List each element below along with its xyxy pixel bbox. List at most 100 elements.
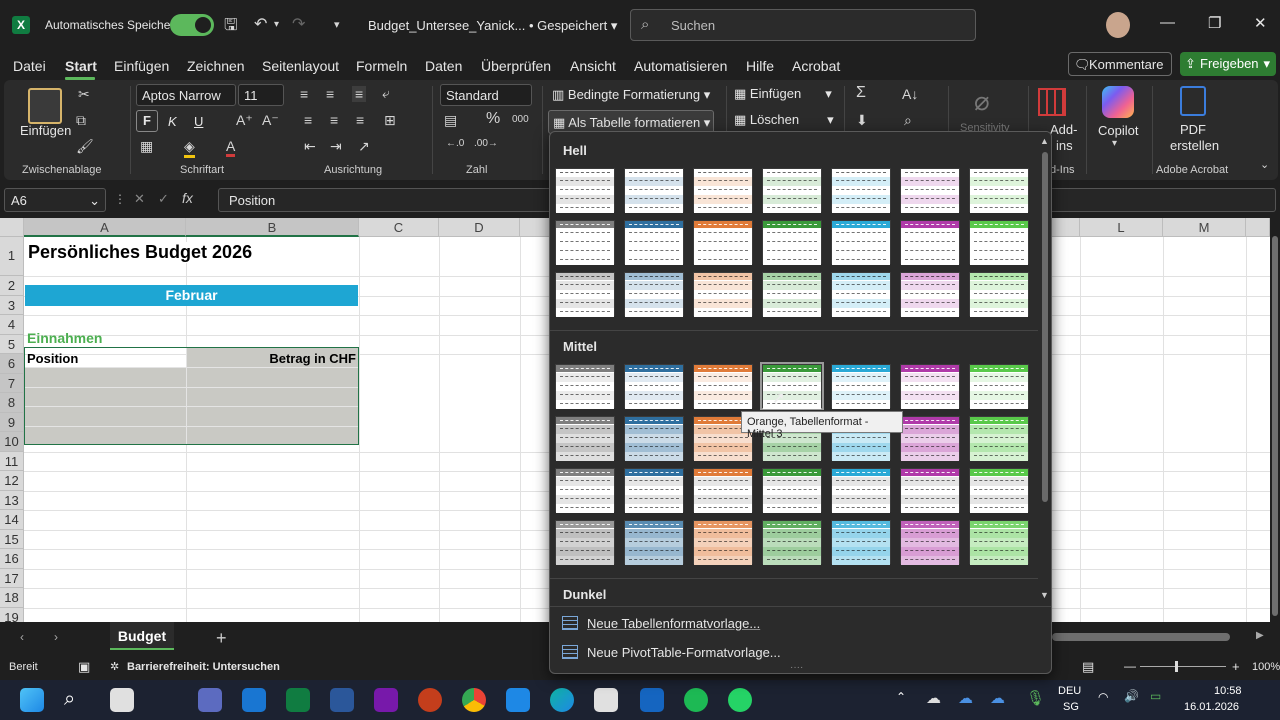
table-style-swatch[interactable] — [693, 220, 753, 265]
table-style-swatch[interactable] — [969, 468, 1029, 513]
table-style-swatch[interactable] — [762, 220, 822, 265]
zoom-slider[interactable] — [1140, 666, 1226, 667]
table-style-swatch[interactable] — [762, 272, 822, 317]
row-header[interactable]: 1 — [0, 237, 24, 276]
sheet-tab-budget[interactable]: Budget — [110, 622, 174, 650]
row-header[interactable]: 15 — [0, 529, 24, 549]
tab-data[interactable]: Daten — [425, 58, 462, 74]
new-table-style-item[interactable]: Neue Tabellenformatvorlage... — [587, 616, 760, 631]
row-header[interactable]: 18 — [0, 588, 24, 608]
vertical-scroll-thumb[interactable] — [1272, 236, 1278, 616]
font-name-select[interactable]: Aptos Narrow — [136, 84, 236, 106]
fill-icon[interactable]: ⬇ — [856, 112, 868, 129]
share-button[interactable]: ⇪ Freigeben ▾ — [1180, 52, 1276, 76]
save-icon[interactable]: 🖫 — [224, 14, 238, 41]
tab-automate[interactable]: Automatisieren — [634, 58, 727, 74]
comments-button[interactable]: 🗨 Kommentare — [1068, 52, 1172, 76]
table-style-swatch[interactable] — [693, 520, 753, 565]
font-size-select[interactable]: 11 — [238, 84, 284, 106]
decrease-decimal-icon[interactable]: .00→ — [474, 138, 498, 149]
row-header[interactable]: 11 — [0, 451, 24, 471]
table-style-swatch[interactable] — [693, 364, 753, 409]
italic-button[interactable]: K — [168, 114, 177, 129]
row-header[interactable]: 17 — [0, 568, 24, 588]
copilot-dropdown-icon[interactable]: ▾ — [1112, 138, 1117, 149]
add-sheet-button[interactable]: + — [216, 628, 227, 649]
cancel-entry-icon[interactable]: ✕ — [134, 191, 145, 207]
create-pdf-icon[interactable] — [1180, 86, 1206, 116]
table-style-swatch[interactable] — [762, 468, 822, 513]
page-layout-view-icon[interactable]: ▤ — [1082, 659, 1094, 675]
snipping-tool-icon[interactable] — [594, 688, 618, 712]
tab-draw[interactable]: Zeichnen — [187, 58, 245, 74]
whatsapp-icon[interactable] — [728, 688, 752, 712]
table-style-swatch[interactable] — [624, 364, 684, 409]
wrap-text-icon[interactable]: ⤶ — [382, 85, 390, 102]
table-style-swatch[interactable] — [900, 468, 960, 513]
header-position[interactable]: Position — [27, 351, 78, 366]
zoom-in-icon[interactable]: + — [1232, 659, 1240, 674]
photos-icon[interactable] — [640, 688, 664, 712]
sort-filter-icon[interactable]: A↓ — [902, 86, 918, 102]
language-code[interactable]: DEU — [1058, 685, 1081, 697]
number-format-select[interactable]: Standard — [440, 84, 532, 106]
minimize-icon[interactable]: — — [1160, 14, 1175, 31]
row-header[interactable]: 12 — [0, 471, 24, 491]
todo-icon[interactable] — [506, 688, 530, 712]
row-header[interactable]: 4 — [0, 315, 24, 335]
new-pivot-style-item[interactable]: Neue PivotTable-Formatvorlage... — [587, 645, 781, 660]
table-style-swatch[interactable] — [969, 416, 1029, 461]
gallery-scrollbar[interactable]: ▲ ▼ — [1038, 132, 1051, 606]
horizontal-scroll-thumb[interactable] — [1052, 633, 1230, 641]
edge-icon[interactable] — [550, 688, 574, 712]
conditional-formatting-button[interactable]: ▥ Bedingte Formatierung ▾ — [548, 84, 714, 106]
column-header-b[interactable]: B — [186, 218, 359, 237]
row-header[interactable]: 19 — [0, 607, 24, 622]
row-header[interactable]: 7 — [0, 373, 24, 393]
table-style-swatch[interactable] — [555, 416, 615, 461]
task-view-icon[interactable] — [110, 688, 134, 712]
row-header[interactable]: 5 — [0, 334, 24, 354]
borders-icon[interactable]: ▦ — [140, 138, 153, 155]
zoom-out-icon[interactable]: — — [1124, 659, 1136, 673]
table-style-swatch[interactable] — [831, 272, 891, 317]
table-style-swatch[interactable] — [555, 272, 615, 317]
align-right-icon[interactable]: ≡ — [356, 112, 364, 128]
table-style-swatch[interactable] — [969, 364, 1029, 409]
tab-acrobat[interactable]: Acrobat — [792, 58, 840, 74]
column-header-c[interactable]: C — [359, 218, 439, 237]
table-style-swatch[interactable] — [555, 468, 615, 513]
scroll-up-icon[interactable]: ▲ — [1040, 136, 1049, 146]
align-top-icon[interactable]: ≡ — [300, 86, 308, 102]
align-middle-icon[interactable]: ≡ — [326, 86, 334, 102]
table-style-swatch[interactable] — [969, 272, 1029, 317]
row-header[interactable]: 3 — [0, 295, 24, 315]
redo-icon[interactable]: ↷ — [292, 14, 305, 34]
table-style-swatch[interactable] — [831, 468, 891, 513]
table-style-swatch[interactable] — [693, 468, 753, 513]
word-icon[interactable] — [330, 688, 354, 712]
align-bottom-icon[interactable]: ≡ — [352, 86, 367, 102]
chrome-icon[interactable] — [462, 688, 486, 712]
table-style-swatch[interactable] — [900, 364, 960, 409]
onedrive-icon[interactable]: ☁ — [926, 689, 941, 707]
table-style-swatch[interactable] — [831, 220, 891, 265]
table-style-swatch[interactable] — [624, 416, 684, 461]
scroll-right-icon[interactable]: ▶ — [1256, 630, 1264, 641]
row-header[interactable]: 6 — [0, 354, 24, 374]
row-header[interactable]: 13 — [0, 490, 24, 510]
table-style-swatch[interactable] — [555, 168, 615, 213]
battery-icon[interactable]: ▭ — [1150, 689, 1161, 703]
table-style-swatch[interactable] — [624, 220, 684, 265]
budget-title[interactable]: Persönliches Budget 2026 — [28, 242, 358, 263]
insert-cells-button[interactable]: ▦ Einfügen ▾ — [734, 86, 832, 102]
table-style-swatch[interactable] — [969, 220, 1029, 265]
row-header[interactable]: 2 — [0, 276, 24, 296]
onedrive-business-icon[interactable]: ☁ — [958, 689, 973, 707]
accessibility-icon[interactable]: ✲ — [110, 660, 119, 673]
table-style-swatch[interactable] — [555, 364, 615, 409]
outlook-icon[interactable] — [242, 688, 266, 712]
volume-icon[interactable]: 🔊 — [1124, 689, 1139, 703]
column-header-a[interactable]: A — [24, 218, 186, 237]
row-header[interactable]: 8 — [0, 393, 24, 413]
